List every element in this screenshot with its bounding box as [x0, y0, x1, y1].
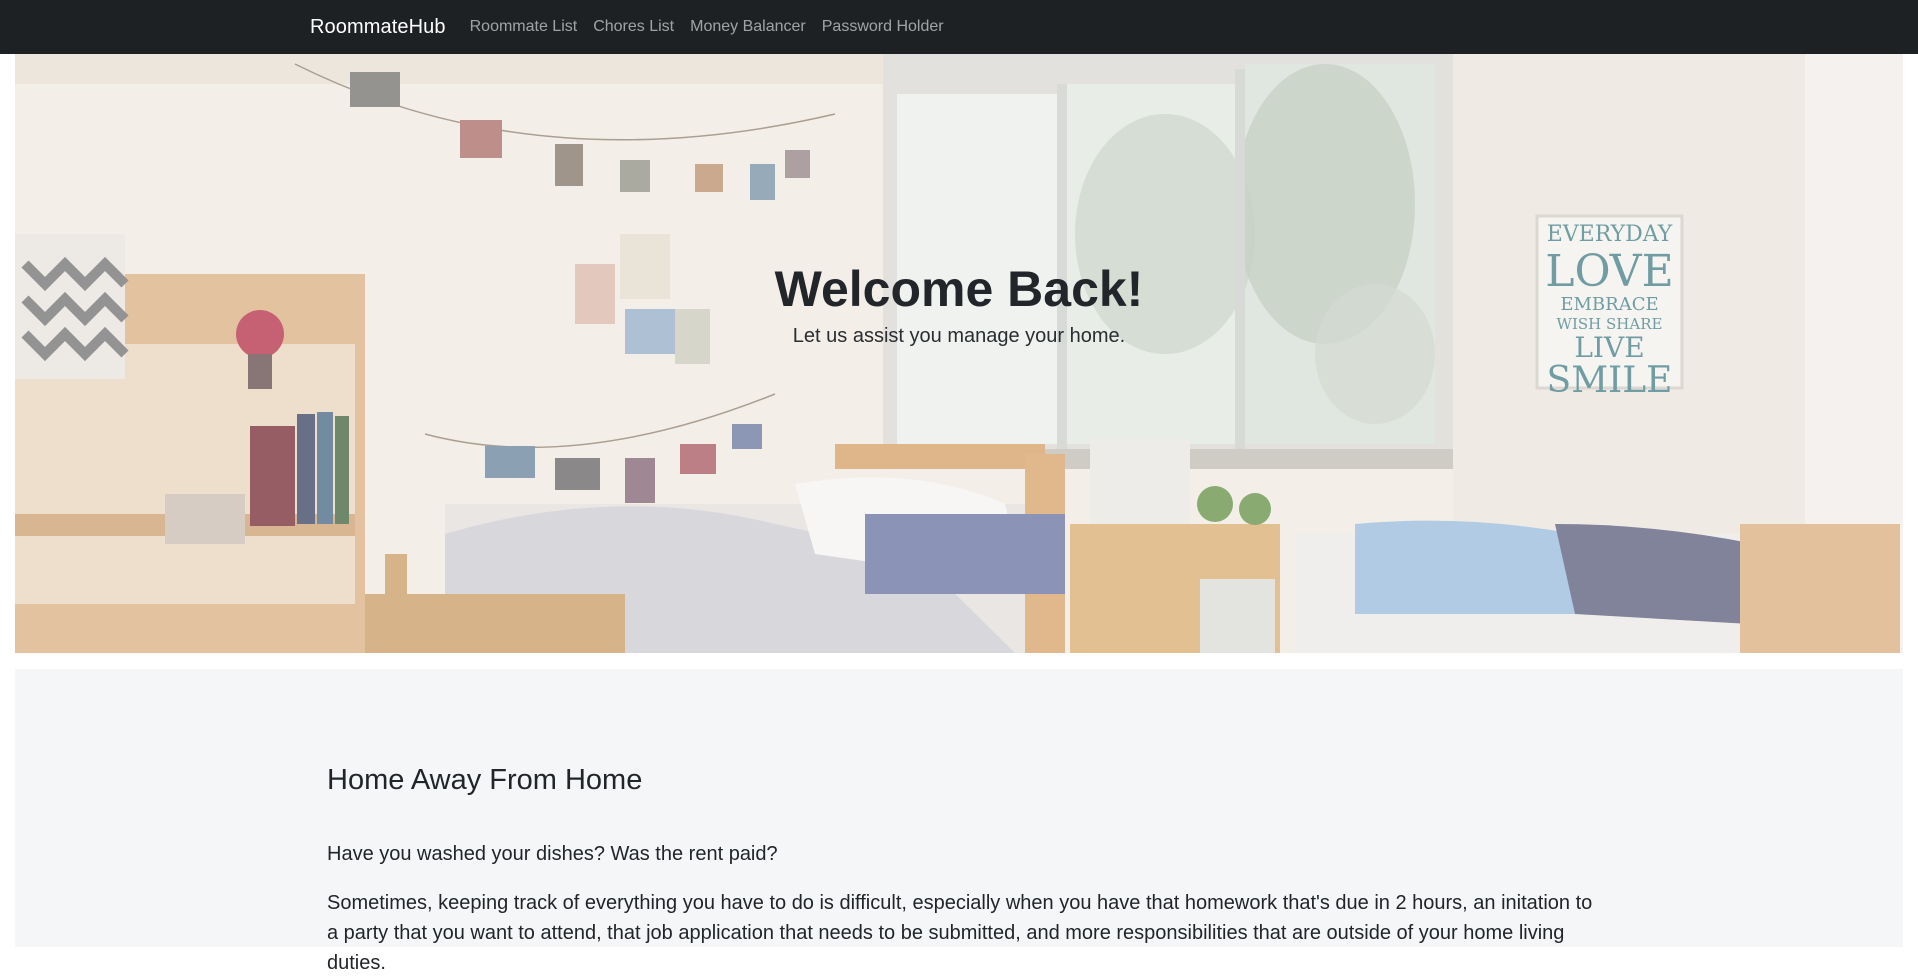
hero-subtitle: Let us assist you manage your home.	[792, 325, 1126, 347]
intro-question: Have you washed your dishes? Was the ren…	[327, 843, 778, 865]
intro-section: Home Away From Home Have you washed your…	[15, 669, 1903, 974]
nav-money-balancer[interactable]: Money Balancer	[690, 18, 806, 36]
right-page-margin	[1903, 54, 1918, 947]
nav-chores-list[interactable]: Chores List	[593, 18, 674, 36]
brand-link[interactable]: RoommateHub	[310, 16, 446, 39]
intro-container: Home Away From Home Have you washed your…	[327, 764, 1597, 978]
left-page-margin	[0, 54, 15, 947]
hero-banner: EVERYDAY LOVE EMBRACE WISH SHARE LIVE SM…	[15, 54, 1903, 653]
poster-line: EVERYDAY	[1546, 222, 1673, 247]
hero-text: Welcome Back! Let us assist you manage y…	[15, 259, 1903, 348]
nav-password-holder[interactable]: Password Holder	[822, 18, 944, 36]
top-navbar: RoommateHub Roommate List Chores List Mo…	[0, 0, 1918, 54]
nav-roommate-list[interactable]: Roommate List	[470, 18, 578, 36]
intro-paragraph: Sometimes, keeping track of everything y…	[327, 892, 1593, 974]
poster-line: SMILE	[1546, 360, 1673, 401]
section-heading: Home Away From Home	[327, 764, 643, 796]
hero-title: Welcome Back!	[774, 261, 1144, 317]
